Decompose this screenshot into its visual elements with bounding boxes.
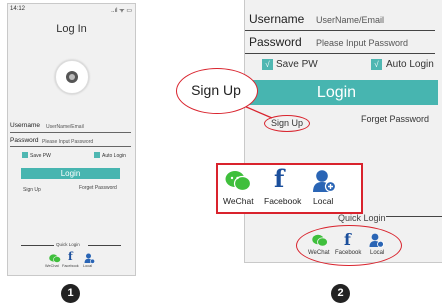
facebook-icon: f bbox=[274, 164, 285, 193]
zoom-local-label: Local bbox=[313, 196, 334, 206]
local-user-icon bbox=[313, 170, 336, 193]
step-badge-2: 2 bbox=[331, 284, 350, 303]
zoom-facebook-label: Facebook bbox=[264, 196, 302, 206]
quick-login-zoom-box: f WeChat Facebook Local bbox=[216, 163, 363, 214]
sign-up-connector-line bbox=[243, 105, 273, 119]
quick-login-highlight-oval bbox=[296, 225, 402, 266]
zoom-wechat-label: WeChat bbox=[223, 196, 254, 206]
sign-up-highlight-oval bbox=[264, 115, 310, 132]
step-badge-1: 1 bbox=[61, 284, 80, 303]
wechat-icon bbox=[225, 171, 251, 192]
sign-up-callout-text: Sign Up bbox=[191, 82, 241, 98]
